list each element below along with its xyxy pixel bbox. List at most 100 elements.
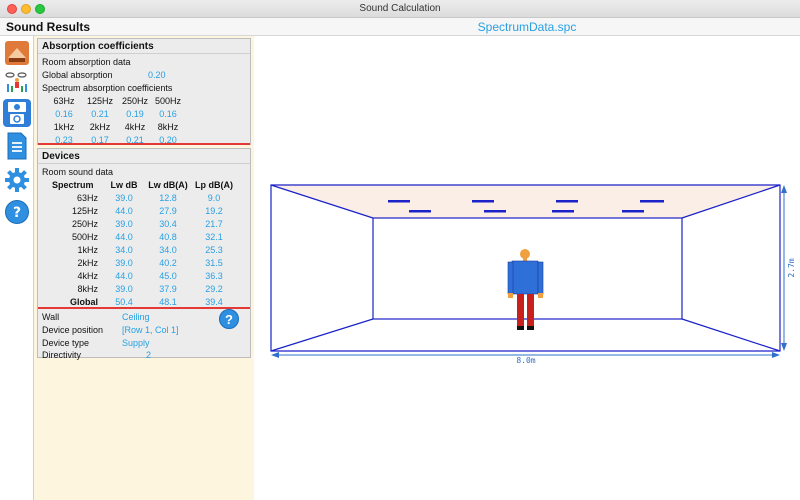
ceiling-device[interactable] xyxy=(388,200,410,203)
directivity-value[interactable]: 2 xyxy=(146,350,151,360)
device-type-value[interactable]: Supply xyxy=(122,338,150,348)
ceiling-device[interactable] xyxy=(409,210,431,213)
spectrum-band-label: 8kHz xyxy=(77,284,98,294)
spectrum-lwa-value: 40.8 xyxy=(159,232,177,242)
spectrum-lw-value: 39.0 xyxy=(115,219,133,229)
band-value: 0.16 xyxy=(159,109,177,119)
height-arrow-top xyxy=(781,185,787,193)
spectrum-lwa-value: 37.9 xyxy=(159,284,177,294)
ceiling-surface xyxy=(271,185,780,218)
room-canvas: 8.0m 2.7m xyxy=(270,184,796,365)
device-position-value[interactable]: [Row 1, Col 1] xyxy=(122,325,179,335)
band-label: 8kHz xyxy=(157,122,179,132)
ceiling-device[interactable] xyxy=(622,210,644,213)
spectrum-lpa-value: 9.0 xyxy=(207,193,221,203)
spectrum-band-label: 2kHz xyxy=(77,258,98,268)
spectrum-lwa-value: 40.2 xyxy=(159,258,177,268)
spectrum-lw-value: 44.0 xyxy=(115,232,133,242)
spectrum-lwa-value: 45.0 xyxy=(159,271,177,281)
document-icon[interactable] xyxy=(3,132,31,160)
ceiling-device[interactable] xyxy=(556,200,578,203)
band-label: 500Hz xyxy=(154,96,181,106)
band-label: 250Hz xyxy=(121,96,148,106)
global-lw-value: 50.4 xyxy=(115,297,133,307)
devices-icon[interactable] xyxy=(3,69,31,97)
band-label: 125Hz xyxy=(86,96,113,106)
svg-text:?: ? xyxy=(13,205,21,221)
room-sound-label: Room sound data xyxy=(42,167,114,177)
table-header: Lw dB xyxy=(110,180,138,190)
ceiling-device[interactable] xyxy=(640,200,664,203)
spectrum-lwa-value: 34.0 xyxy=(159,245,177,255)
edge-bottom-right xyxy=(681,318,781,352)
band-value: 0.19 xyxy=(126,109,144,119)
devices-card: Devices Room sound data Spectrum Lw dB L… xyxy=(37,148,251,360)
spectrum-lpa-value: 36.3 xyxy=(205,271,223,281)
spectrum-lw-value: 44.0 xyxy=(115,206,133,216)
spectrum-lw-value: 39.0 xyxy=(115,284,133,294)
person-figure xyxy=(507,249,544,330)
header-row: Sound Results SpectrumData.spc xyxy=(0,18,800,36)
device-type-label: Device type xyxy=(42,338,90,348)
spectrum-lwa-value: 30.4 xyxy=(159,219,177,229)
directivity-label: Directivity xyxy=(42,350,82,360)
tool-rail: ? xyxy=(0,36,34,500)
global-lpa-value: 39.4 xyxy=(205,297,223,307)
global-band-label: Global xyxy=(69,297,98,307)
band-value: 0.16 xyxy=(55,109,73,119)
sound-device-icon[interactable] xyxy=(3,99,31,127)
section-title: Sound Results xyxy=(6,20,91,34)
spectrum-lw-value: 44.0 xyxy=(115,271,133,281)
width-arrow-right xyxy=(772,352,780,358)
spectrum-band-label: 125Hz xyxy=(71,206,98,216)
spectrum-lw-value: 39.0 xyxy=(115,193,133,203)
table-header: Spectrum xyxy=(52,180,94,190)
ceiling-device[interactable] xyxy=(484,210,506,213)
spectrum-lw-value: 39.0 xyxy=(115,258,133,268)
spectrum-lpa-value: 21.7 xyxy=(205,219,223,229)
window-title: Sound Calculation xyxy=(359,3,441,14)
spectrum-lpa-value: 29.2 xyxy=(205,284,223,294)
absorption-card: Absorption coefficients Room absorption … xyxy=(37,38,251,145)
wall-label: Wall xyxy=(42,312,60,322)
spectrum-lw-value: 34.0 xyxy=(115,245,133,255)
spectrum-lwa-value: 12.8 xyxy=(159,193,177,203)
height-arrow-bottom xyxy=(781,343,787,351)
height-label: 2.7m xyxy=(787,258,796,277)
table-header: Lp dB(A) xyxy=(195,180,233,190)
spectrum-lpa-value: 19.2 xyxy=(205,206,223,216)
table-header: Lw dB(A) xyxy=(148,180,188,190)
global-lwa-value: 48.1 xyxy=(159,297,177,307)
band-label: 63Hz xyxy=(53,96,75,106)
width-label: 8.0m xyxy=(516,356,535,365)
global-absorption-label: Global absorption xyxy=(42,70,113,80)
window-title-bar: Sound Calculation xyxy=(0,0,800,18)
width-arrow-left xyxy=(271,352,279,358)
spectrum-band-label: 4kHz xyxy=(77,271,98,281)
settings-gear-icon[interactable] xyxy=(3,166,31,194)
band-label: 2kHz xyxy=(89,122,111,132)
spectrum-absorption-label: Spectrum absorption coefficients xyxy=(42,83,173,93)
ceiling-device[interactable] xyxy=(552,210,574,213)
device-help-button[interactable]: ? xyxy=(219,309,239,329)
band-label: 4kHz xyxy=(124,122,146,132)
room-absorption-label: Room absorption data xyxy=(42,57,131,67)
spectrum-band-label: 500Hz xyxy=(71,232,98,242)
global-absorption-value: 0.20 xyxy=(148,70,166,80)
devices-divider xyxy=(38,307,250,309)
spectrum-band-label: 250Hz xyxy=(71,219,98,229)
room-icon[interactable] xyxy=(3,39,31,67)
absorption-divider xyxy=(38,143,250,145)
ceiling-device[interactable] xyxy=(472,200,494,203)
spectrum-band-label: 63Hz xyxy=(76,193,98,203)
band-label: 1kHz xyxy=(53,122,75,132)
help-icon[interactable]: ? xyxy=(3,198,31,226)
absorption-title: Absorption coefficients xyxy=(38,39,250,54)
devices-title: Devices xyxy=(38,149,250,164)
wall-value[interactable]: Ceiling xyxy=(122,312,150,322)
room-3d-view[interactable]: 8.0m 2.7m xyxy=(254,36,800,500)
band-value: 0.21 xyxy=(91,109,109,119)
device-position-label: Device position xyxy=(42,325,104,335)
spectrum-lpa-value: 31.5 xyxy=(205,258,223,268)
results-panel: Absorption coefficients Room absorption … xyxy=(34,36,254,500)
